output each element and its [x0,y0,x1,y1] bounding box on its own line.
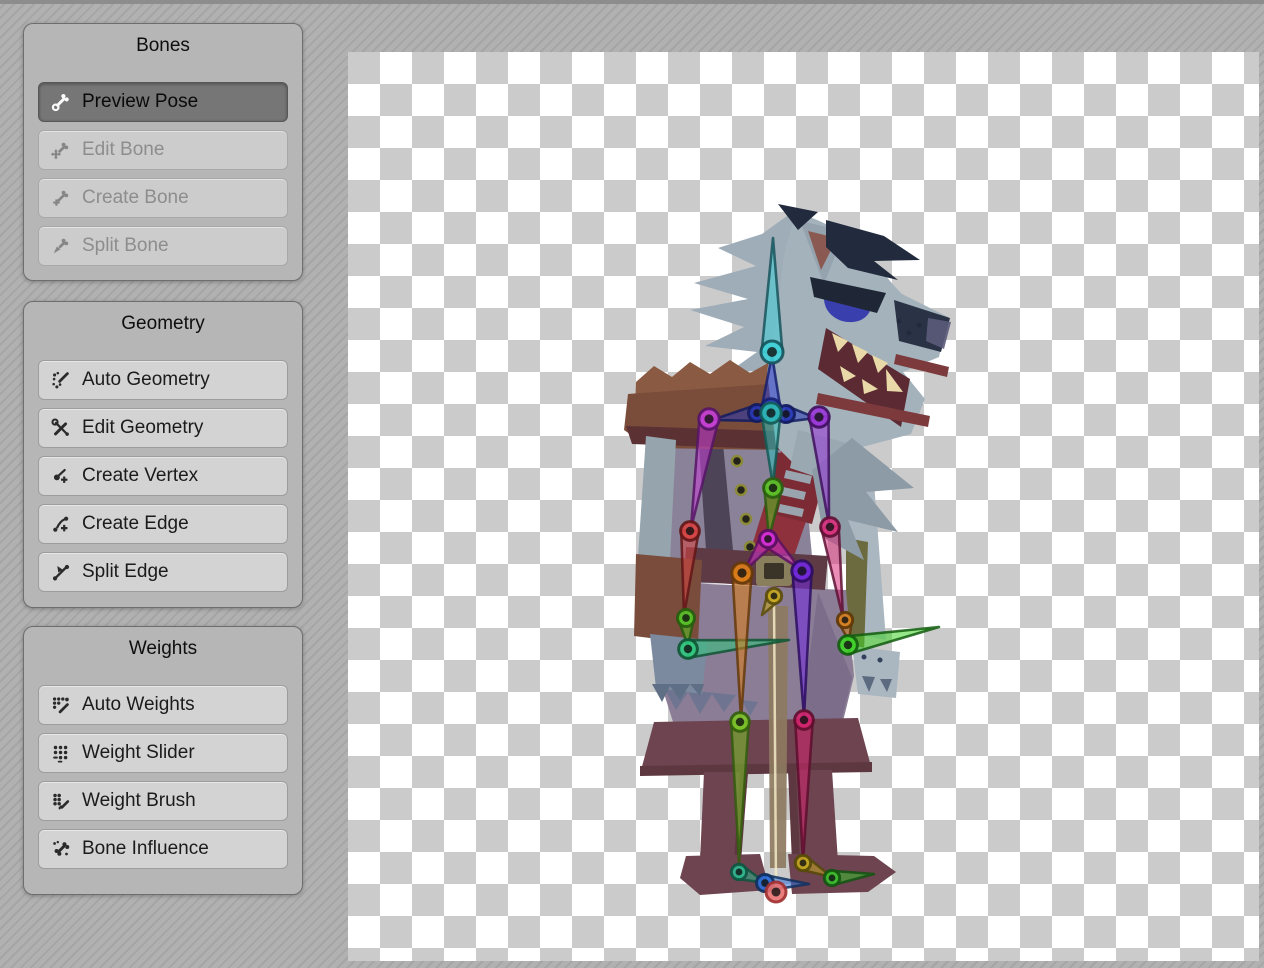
bones-panel-title: Bones [24,35,302,57]
geometry-panel-title: Geometry [24,313,302,335]
weight-brush-button[interactable]: Weight Brush [38,781,288,821]
button-label: Create Edge [82,513,189,535]
window-top-edge [0,0,1264,4]
geometry-panel: Geometry Auto Geometry Edit Geometry Creat… [23,301,303,608]
weight-slider-button[interactable]: Weight Slider [38,733,288,773]
button-label: Weight Brush [82,790,196,812]
button-label: Weight Slider [82,742,195,764]
button-label: Edit Geometry [82,417,203,439]
weight-slider-icon [49,741,73,765]
auto-geometry-icon [49,368,73,392]
split-edge-button[interactable]: Split Edge [38,552,288,592]
auto-weights-button[interactable]: Auto Weights [38,685,288,725]
create-edge-icon [49,512,73,536]
weights-panel: Weights Auto Weights Weight Slider Weight … [23,626,303,895]
create-vertex-button[interactable]: Create Vertex [38,456,288,496]
bone-influence-button[interactable]: Bone Influence [38,829,288,869]
edit-bone-icon [49,138,73,162]
auto-weights-icon [49,693,73,717]
button-label: Auto Geometry [82,369,210,391]
edit-geometry-icon [49,416,73,440]
bone-influence-icon [49,837,73,861]
button-label: Create Bone [82,187,189,209]
split-bone-icon [49,234,73,258]
button-label: Edit Bone [82,139,164,161]
edit-geometry-button[interactable]: Edit Geometry [38,408,288,448]
button-label: Bone Influence [82,838,209,860]
create-vertex-icon [49,464,73,488]
weights-panel-title: Weights [24,638,302,660]
split-bone-button[interactable]: Split Bone [38,226,288,266]
split-edge-icon [49,560,73,584]
create-bone-button[interactable]: Create Bone [38,178,288,218]
preview-pose-button[interactable]: Preview Pose [38,82,288,122]
edit-bone-button[interactable]: Edit Bone [38,130,288,170]
create-edge-button[interactable]: Create Edge [38,504,288,544]
preview-pose-icon [49,90,73,114]
button-label: Auto Weights [82,694,195,716]
create-bone-icon [49,186,73,210]
bones-panel: Bones Preview Pose Edit Bone Create Bone Sp… [23,23,303,281]
button-label: Split Edge [82,561,169,583]
auto-geometry-button[interactable]: Auto Geometry [38,360,288,400]
sprite-canvas[interactable] [348,52,1259,961]
button-label: Split Bone [82,235,169,257]
button-label: Preview Pose [82,91,198,113]
weight-brush-icon [49,789,73,813]
button-label: Create Vertex [82,465,198,487]
